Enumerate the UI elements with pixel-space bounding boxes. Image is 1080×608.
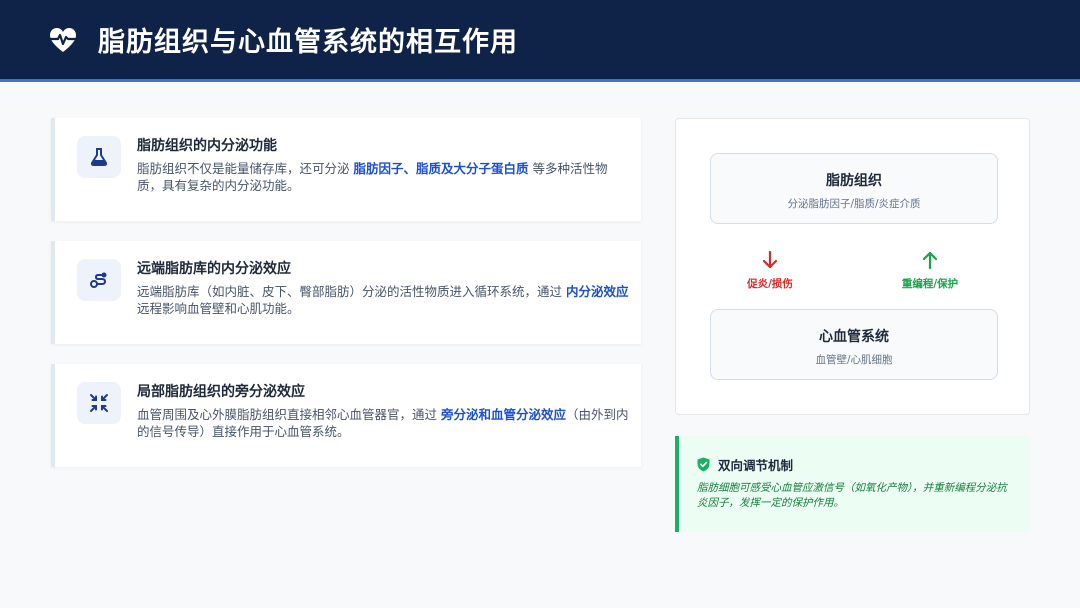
heartbeat-icon <box>49 27 77 52</box>
up-arrow-label: 重编程/保护 <box>901 278 959 290</box>
note-body: 脂肪细胞可感受心血管应激信号（如氧化产物），并重新编程分泌抗炎因子，发挥一定的保… <box>697 482 1007 509</box>
card-distal-endocrine: 远端脂肪库的内分泌效应 远端脂肪库（如内脏、皮下、臀部脂肪）分泌的活性物质进入循… <box>51 241 641 344</box>
card-body-text: 远端脂肪库（如内脏、皮下、臀部脂肪）分泌的活性物质进入循环系统，通过 <box>137 284 566 299</box>
arrow-down-icon <box>762 250 778 269</box>
down-arrow-group: 促炎/损伤 <box>730 250 810 291</box>
shield-check-icon <box>697 457 710 472</box>
card-body-text: 血管周围及心外膜脂肪组织直接相邻心血管器官，通过 <box>137 407 441 422</box>
route-icon <box>90 272 107 288</box>
note-title: 双向调节机制 <box>718 458 794 473</box>
arrow-up-icon <box>922 251 938 270</box>
card-title: 远端脂肪库的内分泌效应 <box>137 261 291 277</box>
card-body: 远端脂肪库（如内脏、皮下、臀部脂肪）分泌的活性物质进入循环系统，通过 内分泌效应… <box>137 283 632 317</box>
card-icon-box <box>77 259 121 301</box>
bidirectional-regulation-note: 双向调节机制 脂肪细胞可感受心血管应激信号（如氧化产物），并重新编程分泌抗炎因子… <box>675 436 1030 532</box>
card-body: 脂肪组织不仅是能量储存库，还可分泌 脂肪因子、脂质及大分子蛋白质 等多种活性物质… <box>137 160 632 194</box>
flask-icon <box>90 148 108 166</box>
card-icon-box <box>77 136 121 178</box>
header-bar: 脂肪组织与心血管系统的相互作用 <box>0 0 1080 82</box>
card-body: 血管周围及心外膜脂肪组织直接相邻心血管器官，通过 旁分泌和血管分泌效应（由外到内… <box>137 406 632 440</box>
box-title: 脂肪组织 <box>826 173 882 189</box>
card-endocrine-function: 脂肪组织的内分泌功能 脂肪组织不仅是能量储存库，还可分泌 脂肪因子、脂质及大分子… <box>51 118 641 221</box>
note-title-row: 双向调节机制 <box>697 455 793 474</box>
card-body-highlight: 旁分泌和血管分泌效应 <box>440 407 566 422</box>
card-title: 脂肪组织的内分泌功能 <box>137 138 277 154</box>
card-title: 局部脂肪组织的旁分泌效应 <box>137 384 305 400</box>
card-body-text: 脂肪组织不仅是能量储存库，还可分泌 <box>137 161 354 176</box>
box-title: 心血管系统 <box>819 329 889 345</box>
card-body-text: 远程影响血管壁和心肌功能。 <box>137 301 300 316</box>
up-arrow-group: 重编程/保护 <box>890 250 970 291</box>
card-body-highlight: 脂肪因子、脂质及大分子蛋白质 <box>353 161 529 176</box>
card-body-highlight: 内分泌效应 <box>565 284 629 299</box>
box-subtitle: 分泌脂肪因子/脂质/炎症介质 <box>787 198 921 210</box>
box-subtitle: 血管壁/心肌细胞 <box>815 354 893 366</box>
page-title: 脂肪组织与心血管系统的相互作用 <box>98 27 518 58</box>
card-icon-box <box>77 382 121 424</box>
cardiovascular-system-box: 心血管系统 血管壁/心肌细胞 <box>710 309 998 380</box>
interaction-diagram: 脂肪组织 分泌脂肪因子/脂质/炎症介质 促炎/损伤 重编程/保护 心血管系统 血… <box>675 118 1030 415</box>
adipose-tissue-box: 脂肪组织 分泌脂肪因子/脂质/炎症介质 <box>710 153 998 224</box>
down-arrow-label: 促炎/损伤 <box>747 278 793 290</box>
card-local-paracrine: 局部脂肪组织的旁分泌效应 血管周围及心外膜脂肪组织直接相邻心血管器官，通过 旁分… <box>51 364 641 467</box>
compress-arrows-icon <box>90 394 108 412</box>
